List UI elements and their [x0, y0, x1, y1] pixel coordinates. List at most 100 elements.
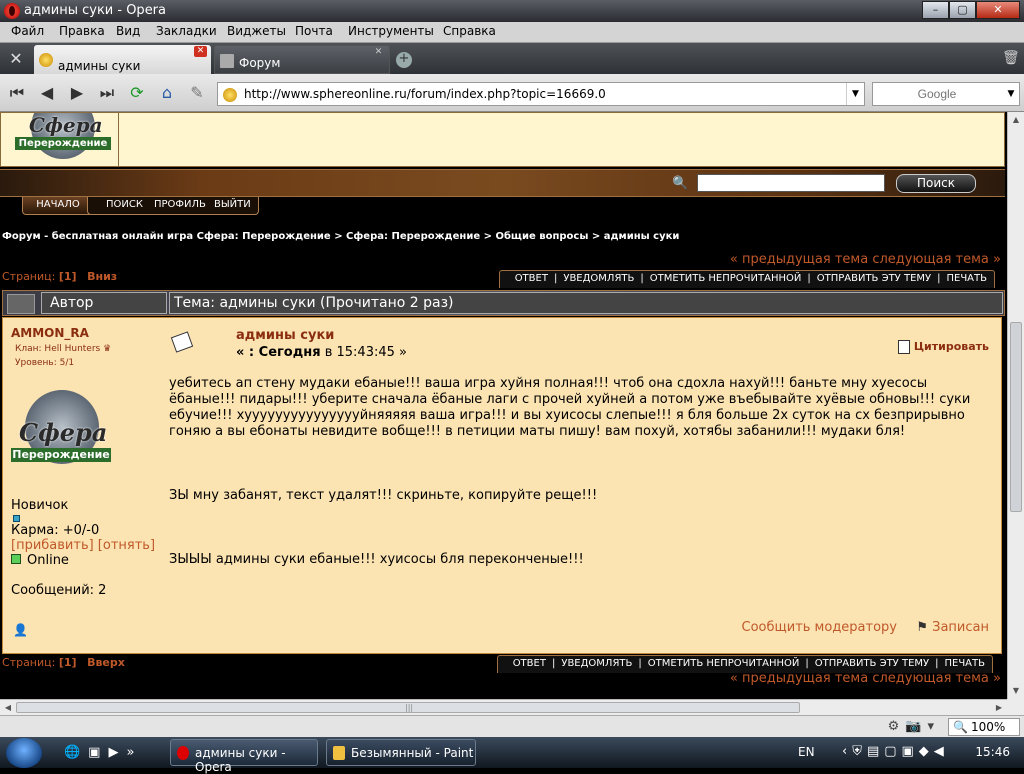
separator: | [937, 273, 941, 284]
tab-label: админы суки [58, 59, 141, 73]
separator: | [935, 658, 939, 669]
avatar-word: Сфера [19, 418, 108, 447]
crown-icon: ♛ [103, 344, 112, 354]
online-status: Online [11, 553, 69, 568]
maximize-button[interactable]: ▢ [949, 1, 976, 19]
language-indicator[interactable]: EN [798, 745, 815, 759]
tools-icon[interactable]: ✕ [6, 49, 26, 69]
user-icon: 👤 [13, 623, 28, 637]
forward-icon[interactable]: ▶ [66, 83, 88, 105]
menu-edit[interactable]: Правка [59, 24, 105, 38]
date-prefix: « : Сегодня [236, 345, 321, 360]
rank-pip-icon [13, 515, 20, 522]
tab-active[interactable]: админы суки ✕ [34, 45, 211, 74]
home-icon[interactable]: ⌂ [156, 83, 178, 105]
close-button[interactable]: ✕ [976, 1, 1020, 19]
task-label: админы суки - Opera [195, 746, 286, 774]
task-opera[interactable]: админы суки - Opera [170, 739, 318, 774]
menu-tools[interactable]: Инструменты [348, 24, 434, 38]
zoom-control[interactable]: 🔍 100% [948, 718, 1020, 736]
breadcrumb[interactable]: Форум - бесплатная онлайн игра Сфера: Пе… [2, 231, 679, 242]
chevron-down-icon[interactable]: ▼ [846, 83, 864, 105]
new-tab-icon[interactable]: + [396, 52, 412, 68]
clock[interactable]: 15:46 [975, 745, 1010, 759]
tab-label: Форум [239, 56, 281, 70]
address-bar[interactable]: http://www.sphereonline.ru/forum/index.p… [217, 82, 865, 106]
post: AMMON_RA Клан: Hell Hunters ♛ Уровень: 5… [2, 317, 1002, 654]
scroll-thumb[interactable] [1010, 322, 1022, 512]
rewind-icon[interactable]: ⏮ [6, 83, 28, 105]
reply-link[interactable]: ОТВЕТ [513, 658, 546, 669]
scroll-down-icon[interactable]: ▼ [1008, 683, 1024, 699]
tab-close-icon[interactable]: ✕ [194, 46, 207, 57]
nav-profile[interactable]: ПРОФИЛЬ [154, 199, 206, 210]
jump-down-link[interactable]: Вниз [87, 270, 117, 283]
reload-icon[interactable]: ⟳ [126, 83, 148, 105]
nav-logout[interactable]: ВЫЙТИ [214, 199, 251, 210]
prev-next-bottom[interactable]: « предыдущая тема следующая тема » [730, 671, 1001, 686]
status-bar: ⚙📷▾ 🔍 100% [0, 715, 1024, 737]
vertical-scrollbar[interactable]: ▲ ▼ [1007, 112, 1024, 699]
mark-unread-link[interactable]: ОТМЕТИТЬ НЕПРОЧИТАННОЙ [650, 273, 802, 284]
menu-widgets[interactable]: Виджеты [227, 24, 286, 38]
scroll-corner [1007, 699, 1024, 715]
jump-up-link[interactable]: Вверх [87, 656, 125, 669]
quote-button[interactable]: Цитировать [897, 340, 989, 354]
minimize-button[interactable]: – [922, 1, 949, 19]
search-box[interactable]: ▼ [872, 82, 1020, 106]
post-paragraph: ЗЫ мну забанят, текст удалят!!! скриньте… [169, 488, 598, 503]
back-icon[interactable]: ◀ [36, 83, 58, 105]
task-paint[interactable]: Безымянный - Paint [326, 739, 476, 766]
menu-view[interactable]: Вид [116, 24, 140, 38]
horizontal-scrollbar[interactable]: ◀ ||| ▶ [0, 699, 1007, 715]
reply-link[interactable]: ОТВЕТ [515, 273, 548, 284]
status-icons[interactable]: ⚙📷▾ [888, 719, 940, 734]
edit-icon[interactable]: ✎ [186, 83, 208, 105]
mark-unread-link[interactable]: ОТМЕТИТЬ НЕПРОЧИТАННОЙ [648, 658, 800, 669]
notify-link[interactable]: УВЕДОМЛЯТЬ [563, 273, 634, 284]
tab-bar: ✕ админы суки ✕ Форум ✕ + 🗑 [0, 43, 1024, 74]
quick-launch[interactable]: 🌐▣▶» [64, 745, 142, 760]
nav-search[interactable]: ПОИСК [106, 199, 143, 210]
search-input[interactable] [877, 86, 997, 102]
tab-close-icon[interactable]: ✕ [372, 47, 385, 58]
menu-file[interactable]: Файл [11, 24, 44, 38]
post-title[interactable]: админы суки [236, 328, 334, 343]
page-viewport: Сфера Перерождение 🔍 Поиск НАЧАЛО ПОИСК … [0, 112, 1007, 699]
menu-mail[interactable]: Почта [295, 24, 333, 38]
karma-actions[interactable]: [прибавить] [отнять] [11, 538, 155, 553]
menu-bar: Файл Правка Вид Закладки Виджеты Почта И… [0, 22, 1024, 43]
print-link[interactable]: ПЕЧАТЬ [944, 658, 985, 669]
zoom-level: 100% [971, 720, 1006, 734]
menu-help[interactable]: Справка [443, 24, 496, 38]
post-username[interactable]: AMMON_RA [11, 326, 89, 340]
scroll-left-icon[interactable]: ◀ [0, 700, 16, 715]
notify-link[interactable]: УВЕДОМЛЯТЬ [561, 658, 632, 669]
system-tray[interactable]: ‹⛨▤▢▣◆◀ [842, 744, 949, 759]
forum-search-input[interactable] [697, 174, 885, 192]
nav-start[interactable]: НАЧАЛО [22, 197, 94, 215]
fast-forward-icon[interactable]: ⏭ [96, 83, 118, 105]
search-button[interactable]: Поиск [896, 174, 976, 193]
navigation-bar: ⏮ ◀ ▶ ⏭ ⟳ ⌂ ✎ http://www.sphereonline.ru… [0, 74, 1024, 112]
scroll-up-icon[interactable]: ▲ [1008, 112, 1024, 128]
post-paragraph: ЗЫЫЫ админы суки ебаные!!! хуисосы бля п… [169, 552, 584, 567]
post-count: Сообщений: 2 [11, 583, 107, 598]
tab-forum[interactable]: Форум ✕ [214, 45, 390, 74]
start-button[interactable] [6, 738, 42, 768]
address-url[interactable]: http://www.sphereonline.ru/forum/index.p… [244, 87, 606, 101]
send-topic-link[interactable]: ОТПРАВИТЬ ЭТУ ТЕМУ [815, 658, 929, 669]
prev-next-top[interactable]: « предыдущая тема следующая тема » [730, 252, 1001, 267]
scroll-right-icon[interactable]: ▶ [991, 700, 1007, 715]
site-logo[interactable]: Сфера Перерождение [1, 113, 119, 166]
send-topic-link[interactable]: ОТПРАВИТЬ ЭТУ ТЕМУ [817, 273, 931, 284]
thread-header: Автор Тема: админы суки (Прочитано 2 раз… [2, 290, 1005, 316]
menu-bookmarks[interactable]: Закладки [156, 24, 217, 38]
page-current: [1] [58, 656, 77, 669]
report-link[interactable]: Сообщить модератору [742, 620, 898, 635]
print-link[interactable]: ПЕЧАТЬ [946, 273, 987, 284]
opera-icon [177, 746, 189, 760]
chevron-down-icon[interactable]: ▼ [1003, 83, 1019, 105]
separator: | [638, 658, 642, 669]
trash-icon[interactable]: 🗑 [1002, 50, 1020, 68]
